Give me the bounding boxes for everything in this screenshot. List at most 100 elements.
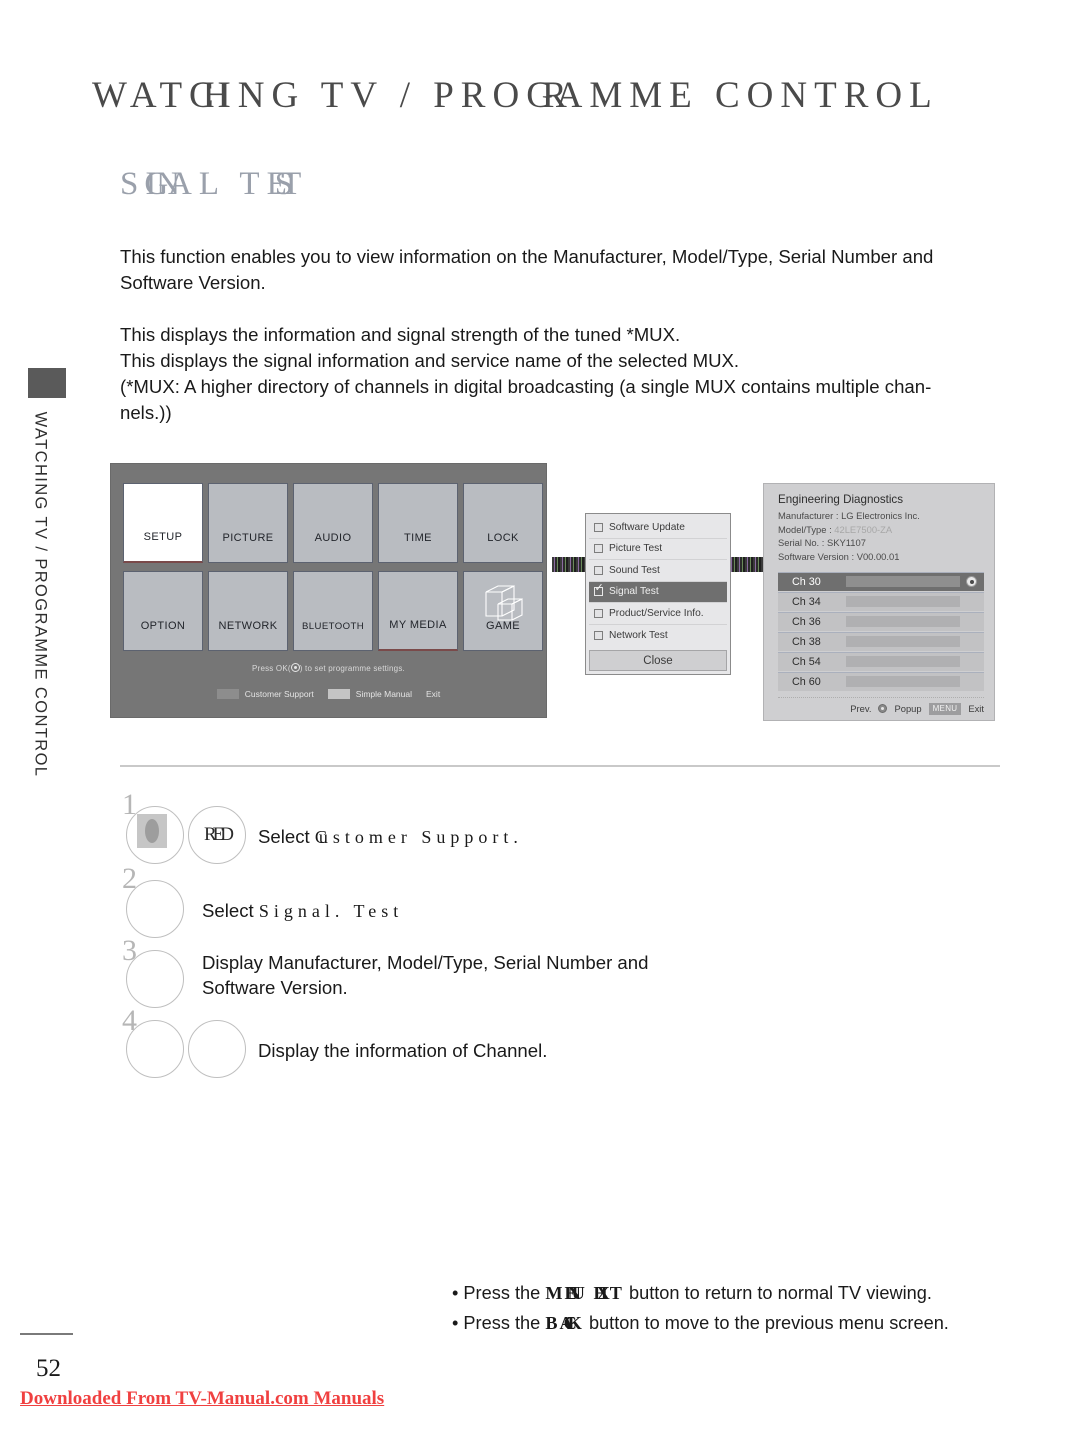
diagnostics-model-value: 42LE7500-ZA <box>834 523 893 535</box>
intro-paragraph-2: This displays the information and signal… <box>120 322 980 426</box>
tv-tile-lock[interactable]: LOCK <box>463 483 543 563</box>
checkbox-icon <box>594 522 603 532</box>
signal-strength-bar <box>846 636 960 648</box>
note-2-prefix: • Press the <box>452 1313 546 1333</box>
diagnostics-title: Engineering Diagnostics <box>778 493 904 506</box>
header-title-seg4: GR <box>526 75 567 116</box>
step-4-circle-b <box>188 1020 246 1078</box>
diagnostics-serial-value: SKY1107 <box>826 537 866 548</box>
tv-home-menu-screenshot: SETUP PICTURE AUDIO TIME LOCK OPTION NET… <box>110 463 547 718</box>
checkbox-icon <box>594 565 603 575</box>
note-1-suffix: button to return to normal TV viewing. <box>623 1283 932 1303</box>
note-bullet-2: • Press the BACK button to move to the p… <box>452 1308 949 1338</box>
subtitle-seg4: ES <box>266 166 293 202</box>
tv-tile-setup-label: SETUP <box>143 531 183 543</box>
note-2-suffix: button to move to the previous menu scre… <box>583 1313 949 1333</box>
tv-menu-row-1: SETUP PICTURE AUDIO TIME LOCK <box>123 483 543 563</box>
popup-item-signal-test[interactable]: Signal Test <box>589 581 727 603</box>
intro-paragraph-1: This function enables you to view inform… <box>120 246 934 293</box>
tv-tile-game[interactable]: GAME <box>463 571 543 651</box>
popup-item-label: Sound Test <box>609 564 660 576</box>
diagnostics-serial: Serial No. : SKY1107 <box>778 536 984 550</box>
channel-row[interactable]: Ch 34 <box>778 592 984 611</box>
popup-item-software-update[interactable]: Software Update <box>589 517 727 539</box>
menu-key-chip[interactable]: MENU <box>928 702 962 715</box>
tv-menu-row-2: OPTION NETWORK BLUETOOTH MY MEDIA GAME <box>123 571 543 651</box>
header-title-seg1: WAT <box>92 75 190 116</box>
header-title-seg5: AMME CONTROL <box>555 75 939 116</box>
bottom-notes: • Press the MENU EXIT button to return t… <box>452 1278 949 1338</box>
diagnostics-manufacturer-value: LG Electronics Inc. <box>841 510 920 521</box>
popup-button-icon <box>878 704 888 713</box>
step-3-line-1: Display Manufacturer, Model/Type, Serial… <box>202 952 649 973</box>
tv-tile-audio[interactable]: AUDIO <box>293 483 373 563</box>
tv-ok-hint: Press OK() to set programme settings. <box>111 663 546 673</box>
red-button-label: RED <box>204 824 234 845</box>
subtitle-seg5: T <box>281 166 309 202</box>
note-2-key-a: B <box>545 1313 560 1333</box>
diagnostics-software-value: V00.00.01 <box>856 550 900 562</box>
back-key-label: BACK <box>545 1313 584 1333</box>
diagnostics-model-label: Model/Type : <box>778 523 835 535</box>
tv-bottom-customer-support[interactable]: Customer Support <box>216 689 314 699</box>
page-header-title: WATCHING TV / PROGRAMME CONTROL <box>92 74 939 117</box>
popup-close-button[interactable]: Close <box>589 650 727 671</box>
tv-bottom-customer-support-label: Customer Support <box>244 689 314 699</box>
sidebar-section-label: WATCHING TV / PROGRAMME CONTROL <box>31 411 50 778</box>
customer-support-popup: Software Update Picture Test Sound Test … <box>585 513 731 675</box>
diagnostics-manufacturer: Manufacturer : LG Electronics Inc. <box>778 509 984 523</box>
step-1-text: Select Customer Support. <box>258 824 523 850</box>
popup-item-network-test[interactable]: Network Test <box>589 625 727 647</box>
ok-button-icon <box>290 663 300 672</box>
channel-row[interactable]: Ch 30 <box>778 572 984 591</box>
step-3-line-2: Software Version. <box>202 977 348 998</box>
step-1-text-prefix: Select <box>258 826 315 847</box>
tv-bottom-simple-manual[interactable]: Simple Manual <box>327 689 413 699</box>
section-divider <box>120 765 1000 767</box>
note-1-prefix: • Press the <box>452 1283 546 1303</box>
tv-tile-bluetooth[interactable]: BLUETOOTH <box>293 571 373 651</box>
step-1-text-spaced: ustomer Support. <box>318 827 523 847</box>
tv-tile-my-media[interactable]: MY MEDIA <box>378 571 458 651</box>
popup-item-product-service-info[interactable]: Product/Service Info. <box>589 603 727 625</box>
diagnostics-prev-label[interactable]: Prev. <box>850 703 871 714</box>
channel-row[interactable]: Ch 54 <box>778 652 984 671</box>
tv-tile-picture[interactable]: PICTURE <box>208 483 288 563</box>
light-chip-icon <box>327 689 350 699</box>
signal-strength-bar <box>846 676 960 688</box>
intro-line-b: This displays the signal information and… <box>120 350 740 371</box>
diagnostics-exit-label[interactable]: Exit <box>968 703 984 714</box>
checkbox-icon <box>594 630 603 640</box>
popup-item-sound-test[interactable]: Sound Test <box>589 560 727 582</box>
tv-tile-network[interactable]: NETWORK <box>208 571 288 651</box>
tv-tile-time[interactable]: TIME <box>378 483 458 563</box>
tv-tile-bluetooth-label: BLUETOOTH <box>301 621 365 632</box>
channel-name: Ch 60 <box>792 675 821 688</box>
diagnostics-manufacturer-label: Manufacturer : <box>778 510 842 521</box>
download-watermark[interactable]: Downloaded From TV-Manual.com Manuals <box>20 1388 384 1410</box>
tv-tile-option[interactable]: OPTION <box>123 571 203 651</box>
channel-row[interactable]: Ch 60 <box>778 672 984 691</box>
diagnostics-software-label: Software Version : <box>778 550 857 562</box>
tv-tile-my-media-label: MY MEDIA <box>389 619 447 631</box>
channel-row[interactable]: Ch 38 <box>778 632 984 651</box>
tv-tile-option-label: OPTION <box>140 620 186 632</box>
tv-bottom-simple-manual-label: Simple Manual <box>355 689 413 699</box>
checkbox-icon <box>594 544 603 554</box>
signal-strength-bar <box>846 596 960 608</box>
step-2-text-prefix: Select <box>202 900 259 921</box>
diagnostics-popup-label[interactable]: Popup <box>894 703 921 714</box>
tv-tile-setup[interactable]: SETUP <box>123 483 203 563</box>
header-title-seg3: ING TV / PRO <box>218 75 527 116</box>
channel-name: Ch 36 <box>792 615 821 628</box>
channel-row[interactable]: Ch 36 <box>778 612 984 631</box>
page-subtitle: SIGNAL TEST <box>120 166 308 203</box>
tv-tile-lock-label: LOCK <box>487 532 519 544</box>
channel-name: Ch 34 <box>792 595 821 608</box>
tv-tile-network-label: NETWORK <box>218 620 278 632</box>
step-2-text: Select Signal. Test <box>202 898 403 924</box>
tv-bottom-exit-label[interactable]: Exit <box>426 689 440 699</box>
popup-item-label: Software Update <box>609 521 685 533</box>
checkbox-icon <box>594 608 603 618</box>
popup-item-picture-test[interactable]: Picture Test <box>589 539 727 560</box>
